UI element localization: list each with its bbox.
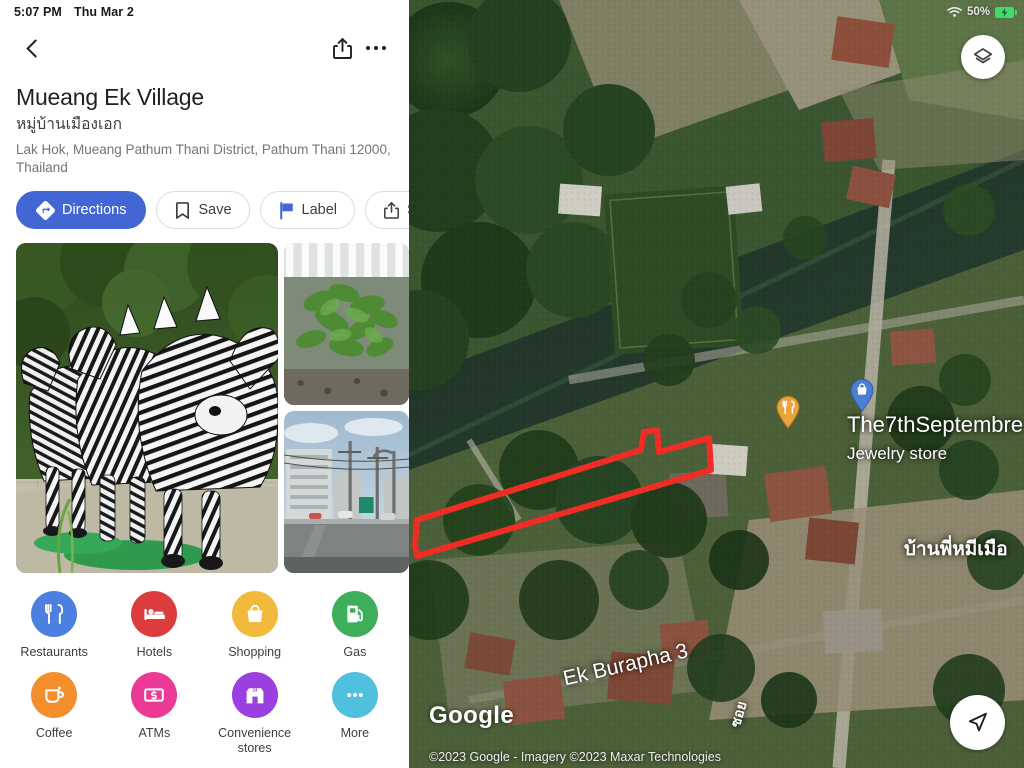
category-restaurants[interactable]: Restaurants (4, 591, 104, 660)
category-gas[interactable]: Gas (305, 591, 405, 660)
save-button[interactable]: Save (156, 191, 250, 229)
bookmark-icon (176, 201, 190, 219)
hotel-bed-icon (131, 591, 178, 637)
battery-charging-icon (995, 6, 1017, 18)
action-buttons-row: Directions Save Label (0, 177, 409, 243)
place-details-panel: 5:07 PM Thu Mar 2 Mueang Ek Village หมู่… (0, 0, 409, 768)
top-nav-bar (0, 24, 409, 72)
satellite-map-view[interactable]: 50% The7thSeptembre Jewelry store บ้านพี… (409, 0, 1024, 768)
pump-glyph (347, 605, 363, 623)
convenience-store-icon: 24 (231, 672, 278, 718)
status-bar-time: 5:07 PM (14, 5, 62, 19)
map-layers-button[interactable] (961, 35, 1005, 79)
category-shopping[interactable]: Shopping (205, 591, 305, 660)
directions-label: Directions (62, 202, 127, 218)
satellite-imagery (409, 0, 1024, 768)
coffee-cup-icon (31, 672, 78, 718)
map-status-bar: 50% (937, 0, 1024, 24)
store-pin[interactable] (849, 378, 875, 417)
status-bar-date: Thu Mar 2 (73, 5, 134, 19)
more-dots-icon (331, 672, 378, 718)
restaurant-icon (31, 591, 78, 637)
navigation-arrow-icon (968, 712, 987, 732)
category-label: Convenience stores (218, 726, 292, 755)
bag-glyph (247, 604, 263, 622)
store-pin-icon (850, 378, 874, 412)
charging-bolt-glyph (1001, 7, 1008, 17)
category-label: Coffee (35, 726, 73, 740)
share-chip-button[interactable]: S (365, 191, 409, 229)
wifi-icon (947, 6, 962, 17)
street-scene-image (284, 411, 409, 573)
directions-button[interactable]: Directions (16, 191, 147, 229)
status-bar: 5:07 PM Thu Mar 2 (0, 0, 409, 24)
ellipsis-glyph (347, 693, 363, 697)
flag-icon (279, 201, 293, 220)
category-label: Restaurants (20, 645, 88, 659)
category-atms[interactable]: ATMs (104, 672, 204, 756)
back-button[interactable] (16, 31, 50, 65)
restaurant-pin[interactable] (775, 395, 801, 434)
svg-text:24: 24 (252, 688, 257, 693)
share-chip-label: S (407, 202, 409, 218)
photo-secondary-column (284, 243, 409, 573)
atm-cash-icon (131, 672, 178, 718)
recenter-navigation-button[interactable] (950, 695, 1005, 750)
page-title: Mueang Ek Village (16, 84, 204, 110)
directions-icon (36, 200, 55, 220)
green-plants-photo[interactable] (284, 243, 409, 405)
save-label: Save (198, 202, 232, 218)
label-button[interactable]: Label (259, 191, 356, 229)
store-24-glyph: 24 (245, 688, 264, 704)
share-icon (332, 37, 352, 59)
share-icon (384, 201, 400, 219)
category-label: More (340, 726, 370, 740)
street-scene-photo[interactable] (284, 411, 409, 573)
zebra-statues-photo[interactable] (16, 243, 278, 573)
category-coffee[interactable]: Coffee (4, 672, 104, 756)
maps-place-details-screen: 5:07 PM Thu Mar 2 Mueang Ek Village หมู่… (0, 0, 1024, 768)
nearby-categories-grid: Restaurants Hotels Shopping Gas Coffee A… (0, 573, 409, 756)
battery-percent-label: 50% (966, 6, 990, 18)
green-plants-image (284, 243, 409, 405)
banknote-glyph (144, 688, 165, 702)
category-label: ATMs (138, 726, 171, 740)
label-label: Label (301, 202, 338, 218)
layers-icon (973, 48, 993, 64)
share-button[interactable] (325, 31, 359, 65)
zebra-statues-image (16, 243, 278, 573)
shopping-bag-icon (231, 591, 278, 637)
category-label: Gas (343, 645, 367, 659)
place-address: Lak Hok, Mueang Pathum Thani District, P… (16, 142, 391, 175)
category-hotels[interactable]: Hotels (104, 591, 204, 660)
place-title-native: หมู่บ้านเมืองเอก (16, 116, 122, 133)
fork-knife-glyph (45, 604, 64, 624)
back-chevron-icon (25, 38, 45, 58)
cup-glyph (45, 686, 65, 703)
category-label: Shopping (228, 645, 282, 659)
category-label: Hotels (136, 645, 173, 659)
more-options-icon (366, 45, 386, 51)
overflow-menu-button[interactable] (359, 31, 393, 65)
bed-glyph (144, 609, 166, 620)
category-convenience-stores[interactable]: 24 Convenience stores (205, 672, 305, 756)
place-title-block: Mueang Ek Village หมู่บ้านเมืองเอก Lak H… (0, 72, 409, 177)
category-more[interactable]: More (305, 672, 405, 756)
photo-gallery (0, 243, 409, 573)
restaurant-pin-icon (776, 395, 800, 429)
gas-pump-icon (331, 591, 378, 637)
